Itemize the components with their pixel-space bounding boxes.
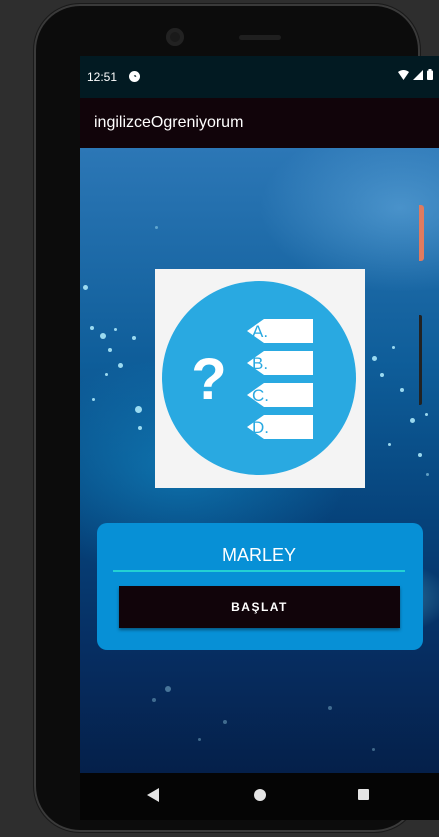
battery-icon <box>427 69 433 80</box>
option-c: C. <box>252 386 269 405</box>
app-title: ingilizceOgreniyorum <box>94 114 244 131</box>
question-mark: ? <box>191 347 226 412</box>
quiz-image: ? A. B. C. D. <box>155 269 365 488</box>
front-camera <box>166 28 184 46</box>
status-time: 12:51 <box>87 70 118 84</box>
status-icons <box>398 69 433 80</box>
name-input[interactable] <box>113 540 405 572</box>
status-bar: 12:51 ◔ <box>80 56 439 98</box>
quiz-question-icon: ? A. B. C. D. <box>162 281 356 475</box>
volume-button <box>419 315 422 405</box>
power-button <box>419 205 424 261</box>
phone-frame: 12:51 ◔ ingilizceOgreniyorum ? A. B. C. … <box>34 4 439 832</box>
recent-apps-icon[interactable] <box>358 789 369 800</box>
option-d: D. <box>252 418 269 437</box>
wifi-icon <box>398 69 409 80</box>
earpiece-speaker <box>239 35 281 40</box>
start-button[interactable]: BAŞLAT <box>119 586 400 628</box>
app-bar: ingilizceOgreniyorum <box>80 98 439 148</box>
back-icon[interactable] <box>147 788 159 802</box>
option-a: A. <box>252 322 268 341</box>
main-content: ? A. B. C. D. B <box>80 148 439 773</box>
device-screen: 12:51 ◔ ingilizceOgreniyorum ? A. B. C. … <box>80 56 439 820</box>
cellular-signal-icon <box>413 69 423 80</box>
login-card: BAŞLAT <box>97 523 423 650</box>
option-b: B. <box>252 354 268 373</box>
android-notification-icon: ◔ <box>129 71 140 82</box>
navigation-bar <box>80 773 439 820</box>
home-icon[interactable] <box>254 789 266 801</box>
